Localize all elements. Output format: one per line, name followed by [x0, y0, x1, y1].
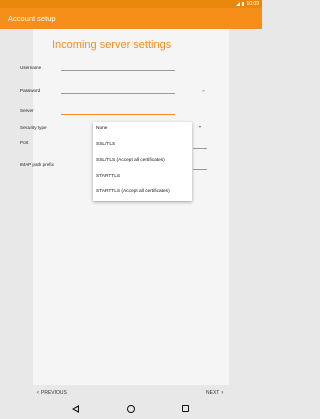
chevron-down-icon[interactable] [199, 126, 201, 128]
chevron-left-icon: ‹ [37, 389, 39, 396]
previous-label: PREVIOUS [41, 390, 67, 396]
server-label: Server [20, 108, 34, 113]
username-label: Username [20, 65, 42, 70]
password-label: Password [20, 88, 41, 93]
next-label: NEXT [206, 390, 220, 396]
dropdown-option-starttls-accept-all[interactable]: STARTTLS (Accept all certificates) [96, 189, 170, 194]
chevron-right-icon: › [221, 389, 224, 396]
security-type-label: Security type [20, 125, 47, 130]
previous-button[interactable]: ‹ PREVIOUS [37, 389, 67, 397]
port-label: Port [20, 140, 29, 145]
server-field[interactable] [61, 114, 175, 115]
form-card: Incoming server settings [33, 29, 229, 385]
dropdown-option-ssl-tls[interactable]: SSL/TLS [96, 142, 115, 147]
battery-icon [241, 2, 245, 6]
security-type-dropdown: None SSL/TLS SSL/TLS (Accept all certifi… [93, 122, 192, 201]
dropdown-option-starttls[interactable]: STARTTLS [96, 174, 120, 179]
imap-path-prefix-label: IMAP path prefix [20, 162, 54, 167]
port-field[interactable] [193, 148, 207, 149]
dropdown-option-none[interactable]: None [96, 126, 107, 131]
status-time: 10:09 [246, 1, 259, 7]
imap-path-prefix-field[interactable] [193, 169, 207, 170]
password-field[interactable] [61, 93, 175, 94]
page-title: Incoming server settings [52, 39, 172, 51]
next-button[interactable]: NEXT › [206, 389, 224, 397]
recents-icon[interactable] [182, 405, 189, 412]
status-bar: 10:09 [0, 0, 262, 8]
dropdown-option-ssl-tls-accept-all[interactable]: SSL/TLS (Accept all certificates) [96, 158, 165, 163]
username-field[interactable] [61, 70, 175, 71]
status-icons: 10:09 [235, 0, 259, 8]
home-icon[interactable] [127, 405, 135, 413]
eye-icon[interactable]: ∞ [202, 88, 205, 93]
signal-icon [235, 2, 240, 6]
app-title: Account setup [8, 14, 56, 23]
app-bar: Account setup [0, 8, 262, 29]
back-icon[interactable] [72, 405, 79, 413]
